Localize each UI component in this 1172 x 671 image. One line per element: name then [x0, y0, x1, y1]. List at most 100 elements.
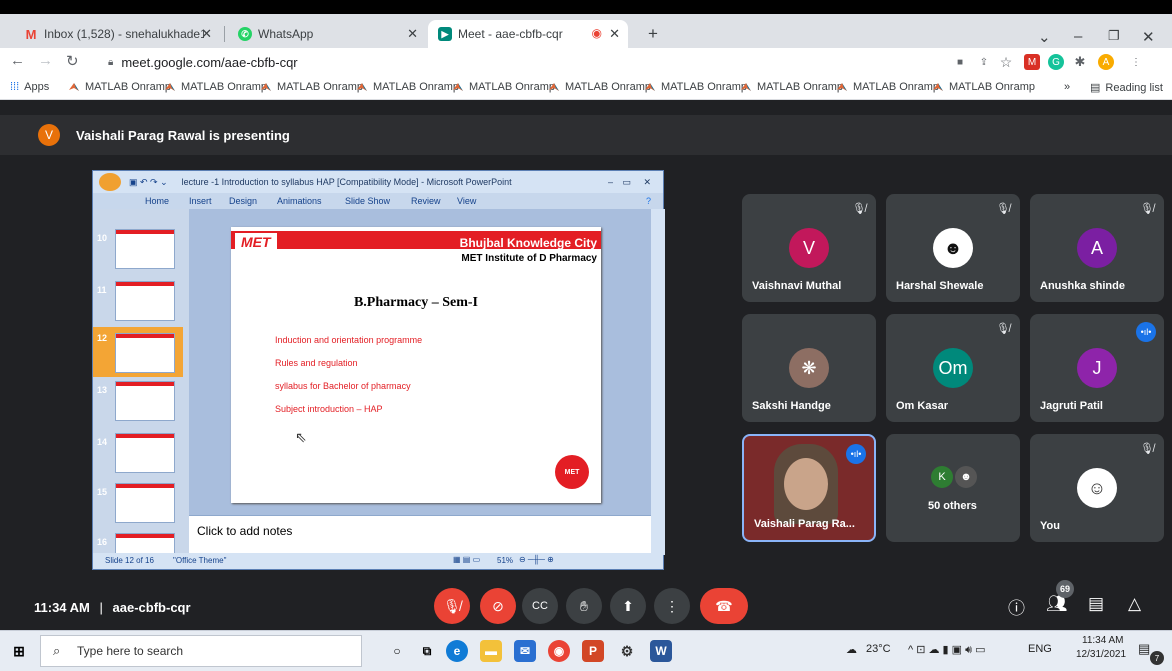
participant-name: Harshal Shewale — [896, 280, 984, 292]
tab-whatsapp[interactable]: ✆ WhatsApp ✕ — [228, 20, 426, 48]
camera-off-button[interactable]: ⊘ — [480, 588, 516, 624]
close-icon[interactable]: ✕ — [407, 26, 418, 42]
present-button[interactable]: ⬆ — [610, 588, 646, 624]
info-icon[interactable]: ⓘ — [1008, 594, 1025, 619]
bookmark-item[interactable]: MATLAB Onramp — [164, 81, 267, 93]
word-icon[interactable]: W — [650, 640, 672, 662]
close-icon[interactable]: ✕ — [201, 26, 212, 42]
minimize-icon[interactable]: – — [1074, 28, 1082, 45]
self-photo: ☺ — [1077, 468, 1117, 508]
participant-tile[interactable]: 🎙︎̸ ☻ Harshal Shewale — [886, 194, 1020, 302]
bookmark-item[interactable]: MATLAB Onramp — [68, 81, 171, 93]
address-bar: ← → ↻ 🔒︎ meet.google.com/aae-cbfb-cqr ■ … — [0, 48, 1172, 76]
clock-time[interactable]: 11:34 AM — [1082, 635, 1124, 646]
help-icon: ? — [645, 196, 651, 206]
url-field[interactable]: 🔒︎ meet.google.com/aae-cbfb-cqr — [100, 50, 1010, 74]
cortana-icon[interactable]: ○ — [386, 640, 408, 662]
profile-icon[interactable]: A — [1098, 54, 1114, 70]
task-view-icon[interactable]: ⧉ — [416, 640, 438, 662]
matlab-icon — [452, 81, 464, 93]
weather-icon: ☁ — [846, 644, 857, 656]
ribbon-tab-review: Review — [411, 196, 441, 206]
apps-bookmark[interactable]: ⁞⁞⁞ Apps — [10, 81, 49, 93]
bookmark-label: MATLAB Onramp — [565, 81, 651, 93]
notification-icon[interactable]: ▤ — [1138, 641, 1150, 657]
more-bookmarks[interactable]: » — [1064, 81, 1070, 93]
restore-icon[interactable]: ❐ — [1108, 28, 1120, 44]
tray-icons[interactable]: ^ ⊡ ☁ ▮ ▣ 🔊︎ ▭ — [908, 643, 986, 657]
cursor-icon: ⇖ — [295, 429, 307, 445]
close-window-icon[interactable]: ✕ — [1142, 28, 1155, 46]
ribbon-tab-insert: Insert — [189, 196, 212, 206]
new-tab-button[interactable]: + — [638, 20, 668, 48]
search-icon: ⌕ — [53, 643, 61, 658]
raise-hand-button[interactable]: ✋︎ — [566, 588, 602, 624]
participant-name: Anushka shinde — [1040, 280, 1125, 292]
edge-icon[interactable]: e — [446, 640, 468, 662]
participant-tile[interactable]: ❋ Sakshi Handge — [742, 314, 876, 422]
screen: M Inbox (1,528) - snehalukhade199 ✕ ✆ Wh… — [0, 0, 1172, 671]
slide-header-bar: MET Bhujbal Knowledge City — [231, 231, 601, 251]
tab-meet[interactable]: ▶ Meet - aae-cbfb-cqr ◉ ✕ — [428, 20, 628, 48]
bookmark-item[interactable]: MATLAB Onramp — [356, 81, 459, 93]
bookmark-item[interactable]: MATLAB Onramp — [260, 81, 363, 93]
presenting-text: Vaishali Parag Rawal is presenting — [76, 127, 290, 143]
thumb-number: 16 — [97, 537, 108, 547]
slide: MET Bhujbal Knowledge City MET Institute… — [231, 227, 601, 503]
ppt-title: lecture -1 Introduction to syllabus HAP … — [181, 177, 512, 187]
mic-off-icon: 🎙︎̸ — [996, 203, 1010, 215]
bookmark-item[interactable]: MATLAB Onramp — [452, 81, 555, 93]
language-indicator[interactable]: ENG — [1028, 643, 1052, 655]
status-theme: "Office Theme" — [173, 556, 227, 565]
powerpoint-icon[interactable]: P — [582, 640, 604, 662]
chevron-down-icon[interactable]: ⌄ — [1038, 28, 1051, 46]
matlab-icon — [356, 81, 368, 93]
close-icon[interactable]: ✕ — [609, 26, 620, 42]
settings-icon[interactable]: ⚙ — [616, 640, 638, 662]
star-icon[interactable]: ☆ — [998, 54, 1014, 70]
taskbar-search[interactable]: ⌕ Type here to search — [40, 635, 362, 667]
reading-list[interactable]: ▤ Reading list — [1090, 81, 1163, 95]
participant-tile-presenter[interactable]: •ıl• Vaishali Parag Ra... — [742, 434, 876, 542]
participant-avatar: J — [1077, 348, 1117, 388]
participant-tile[interactable]: 🎙︎̸ A Anushka shinde — [1030, 194, 1164, 302]
mail-icon[interactable]: ✉ — [514, 640, 536, 662]
thumb-number: 13 — [97, 385, 108, 395]
clock-date[interactable]: 12/31/2021 — [1076, 649, 1126, 660]
windows-start-icon[interactable]: ⊞ — [8, 640, 30, 662]
activities-icon[interactable]: △ — [1128, 594, 1141, 614]
file-explorer-icon[interactable]: ▬ — [480, 640, 502, 662]
slide-bullet: Induction and orientation programme — [275, 335, 423, 345]
participant-tile[interactable]: 🎙︎̸ Om Om Kasar — [886, 314, 1020, 422]
forward-icon[interactable]: → — [38, 52, 53, 69]
extension-red-icon[interactable]: M — [1024, 54, 1040, 70]
bookmark-item[interactable]: MATLAB Onramp — [644, 81, 747, 93]
camera-icon[interactable]: ■ — [952, 54, 968, 70]
puzzle-icon[interactable]: ✱ — [1072, 54, 1088, 70]
more-options-button[interactable]: ⋮ — [654, 588, 690, 624]
participant-tile[interactable]: •ıl• J Jagruti Patil — [1030, 314, 1164, 422]
share-icon[interactable]: ⇪ — [976, 54, 992, 70]
reading-list-label: Reading list — [1105, 81, 1163, 94]
office-button-icon — [99, 173, 121, 191]
bookmark-item[interactable]: MATLAB Onramp — [740, 81, 843, 93]
mic-off-button[interactable]: 🎙︎̸ — [434, 588, 470, 624]
thumb-number: 12 — [97, 333, 108, 343]
chrome-icon[interactable]: ◉ — [548, 640, 570, 662]
grammarly-icon[interactable]: G — [1048, 54, 1064, 70]
menu-icon[interactable]: ⋮ — [1128, 54, 1144, 70]
leave-call-button[interactable]: ☎ — [700, 588, 748, 624]
apps-label: Apps — [24, 81, 50, 93]
tab-gmail[interactable]: M Inbox (1,528) - snehalukhade199 ✕ — [14, 20, 220, 48]
bookmark-item[interactable]: MATLAB Onramp — [836, 81, 939, 93]
bookmark-label: MATLAB Onramp — [757, 81, 843, 93]
back-icon[interactable]: ← — [10, 52, 25, 69]
others-tile[interactable]: K ☻ 50 others — [886, 434, 1020, 542]
participant-tile[interactable]: 🎙︎̸ V Vaishnavi Muthal — [742, 194, 876, 302]
captions-button[interactable]: CC — [522, 588, 558, 624]
chat-icon[interactable]: ▤ — [1088, 594, 1104, 614]
self-tile[interactable]: 🎙︎̸ ☺ You — [1030, 434, 1164, 542]
bookmark-item[interactable]: MATLAB Onramp — [548, 81, 651, 93]
reload-icon[interactable]: ↻ — [66, 52, 79, 70]
bookmark-item[interactable]: MATLAB Onramp — [932, 81, 1035, 93]
